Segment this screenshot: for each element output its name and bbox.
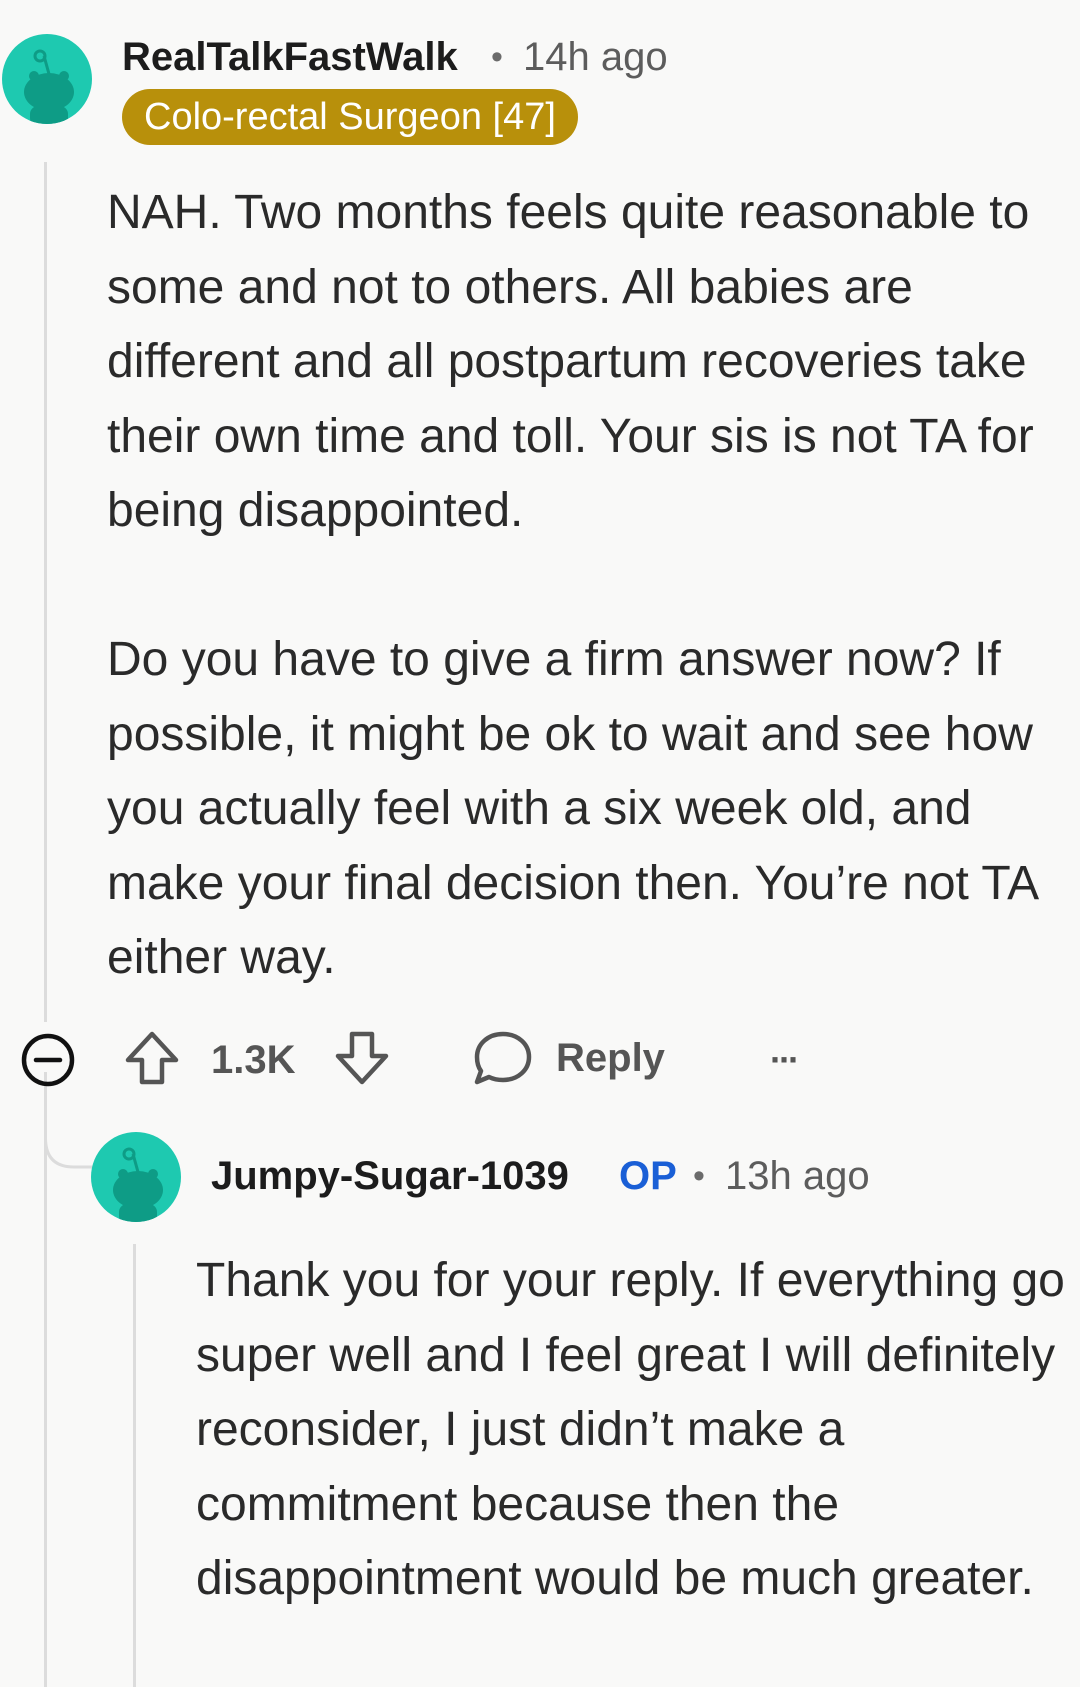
- snoo-icon: [113, 1147, 163, 1222]
- speech-bubble-icon: [474, 1031, 532, 1085]
- vote-score-label: 1.3K: [211, 1037, 296, 1082]
- reply-body: Thank you for your reply. If everything …: [196, 1244, 1076, 1617]
- downvote-button[interactable]: [332, 1028, 392, 1088]
- avatar[interactable]: [91, 1132, 181, 1222]
- more-options-button[interactable]: ···: [770, 1032, 800, 1088]
- avatar[interactable]: [2, 34, 92, 124]
- op-badge: OP: [619, 1154, 677, 1198]
- ellipsis-icon: ···: [770, 1039, 800, 1080]
- comment-body: NAH. Two months feels quite reasonable t…: [107, 176, 1067, 996]
- reply-label: Reply: [556, 1035, 665, 1080]
- reply-thread-line: [133, 1244, 136, 1687]
- arrow-up-icon: [125, 1031, 179, 1085]
- separator-dot: •: [491, 38, 503, 76]
- separator-dot: •: [693, 1157, 705, 1195]
- reply-author[interactable]: Jumpy-Sugar-1039: [211, 1152, 569, 1200]
- thread-line: [44, 162, 47, 1022]
- upvote-button[interactable]: [122, 1028, 182, 1088]
- reply-paragraph: Thank you for your reply. If everything …: [196, 1254, 1065, 1605]
- comment-author[interactable]: RealTalkFastWalk: [122, 33, 458, 81]
- vote-score: 1.3K: [211, 1032, 296, 1088]
- comment-paragraph: Do you have to give a firm answer now? I…: [107, 633, 1037, 984]
- user-flair: Colo-rectal Surgeon [47]: [122, 89, 578, 145]
- comment-paragraph: NAH. Two months feels quite reasonable t…: [107, 186, 1034, 537]
- arrow-down-icon: [335, 1031, 389, 1085]
- snoo-icon: [24, 49, 74, 124]
- collapse-button[interactable]: [20, 1032, 76, 1088]
- minus-circle-icon: [21, 1033, 75, 1087]
- reply-timestamp: 13h ago: [725, 1154, 870, 1198]
- comment-timestamp: 14h ago: [523, 35, 668, 79]
- reply-button[interactable]: Reply: [472, 1028, 665, 1088]
